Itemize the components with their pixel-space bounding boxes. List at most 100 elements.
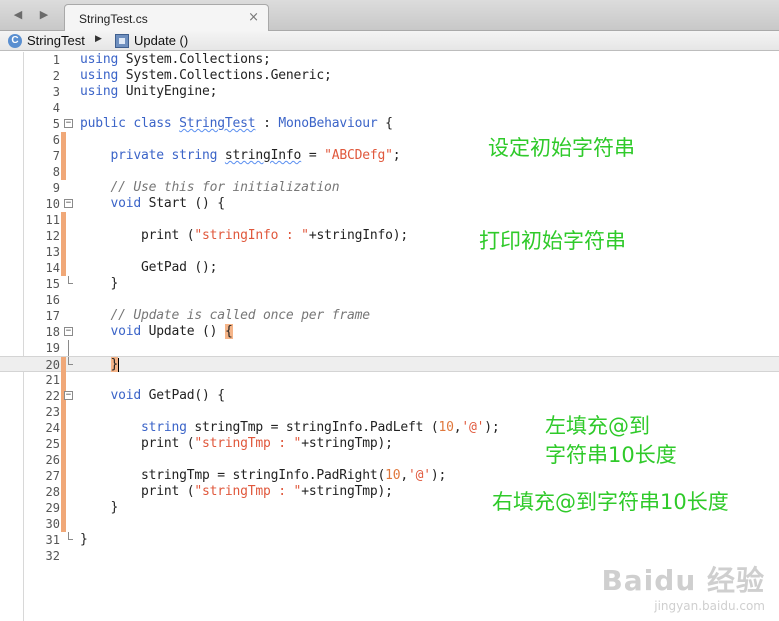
keyword: void: [110, 388, 142, 403]
change-marker: [61, 484, 66, 500]
line-number: 31: [45, 533, 60, 547]
code-text: System.Collections;: [118, 52, 271, 67]
change-marker: [61, 132, 66, 148]
matched-brace: {: [224, 324, 233, 339]
line-number: 3: [52, 85, 60, 99]
code-text: =: [301, 148, 325, 163]
code-text: stringTmp = stringInfo.PadRight(: [141, 468, 386, 483]
keyword: using: [80, 84, 119, 99]
code-line: 10 − void Start () {: [0, 196, 779, 212]
code-line: 23: [0, 404, 779, 420]
change-marker: [61, 404, 66, 420]
code-text: +stringInfo);: [308, 228, 408, 243]
keyword: string: [141, 420, 187, 435]
annotation-print-string: 打印初始字符串: [479, 229, 626, 253]
line-number: 26: [45, 453, 60, 467]
tab-stringtest[interactable]: StringTest.cs ×: [64, 4, 269, 32]
line-number: 5: [52, 117, 60, 131]
watermark: Baidu 经验 jingyan.baidu.com: [601, 559, 765, 613]
breadcrumb-class[interactable]: StringTest: [27, 33, 85, 48]
line-number: 30: [45, 517, 60, 531]
number-literal: 10: [385, 468, 401, 483]
change-marker: [61, 420, 66, 436]
annotation-padleft-line2: 字符串10长度: [545, 443, 677, 467]
line-number: 32: [45, 549, 60, 563]
line-number: 10: [45, 197, 60, 211]
line-number: 27: [45, 469, 60, 483]
line-number: 2: [52, 69, 60, 83]
tab-label: StringTest.cs: [79, 12, 148, 26]
breadcrumb-separator-icon: ▶: [95, 34, 102, 44]
line-number: 9: [52, 181, 60, 195]
class-icon: C: [8, 34, 22, 48]
line-number: 21: [45, 373, 60, 387]
base-class: MonoBehaviour: [278, 116, 378, 131]
chevron-right-icon[interactable]: ▶: [30, 5, 58, 25]
code-text: :: [255, 116, 279, 131]
fold-toggle-icon[interactable]: −: [64, 119, 73, 128]
line-number: 15: [45, 277, 60, 291]
string-literal: "stringTmp : ": [194, 436, 302, 451]
code-line: 14 GetPad ();: [0, 260, 779, 276]
text-cursor: [118, 357, 120, 372]
line-number: 14: [45, 261, 60, 275]
code-line: 9 // Use this for initialization: [0, 180, 779, 196]
change-marker: [61, 436, 66, 452]
char-literal: '@': [461, 420, 485, 435]
code-text: +stringTmp);: [301, 436, 393, 451]
line-number: 11: [45, 213, 60, 227]
line-number: 16: [45, 293, 60, 307]
code-line: 21: [0, 372, 779, 388]
line-number: 8: [52, 165, 60, 179]
keyword: using: [80, 52, 119, 67]
code-line: 16: [0, 292, 779, 308]
change-marker: [61, 452, 66, 468]
code-line: 7 private string stringInfo = "ABCDefg";: [0, 148, 779, 164]
fold-guide: [68, 340, 69, 356]
line-number: 29: [45, 501, 60, 515]
code-text: print (: [141, 228, 195, 243]
fold-end-marker: [68, 276, 73, 284]
baidu-logo: Baidu 经验: [601, 564, 765, 597]
code-line: 12 print ("stringInfo : "+stringInfo);: [0, 228, 779, 244]
line-number: 17: [45, 309, 60, 323]
code-text: UnityEngine;: [118, 84, 218, 99]
code-line: 30: [0, 516, 779, 532]
line-number: 23: [45, 405, 60, 419]
line-number: 18: [45, 325, 60, 339]
code-text: }: [110, 276, 119, 291]
code-line: 4: [0, 100, 779, 116]
code-text: +stringTmp);: [301, 484, 393, 499]
code-editor[interactable]: 1 using System.Collections; 2 using Syst…: [0, 52, 779, 621]
change-marker: [61, 164, 66, 180]
change-marker: [61, 516, 66, 532]
code-line: 19: [0, 340, 779, 356]
code-text: );: [430, 468, 447, 483]
matched-brace: }: [110, 357, 119, 372]
comment: // Use this for initialization: [110, 180, 340, 195]
class-name: StringTest: [179, 116, 256, 131]
fold-toggle-icon[interactable]: −: [64, 327, 73, 336]
tab-bar: ◀ ▶ StringTest.cs ×: [0, 0, 779, 32]
chevron-left-icon[interactable]: ◀: [4, 5, 32, 25]
code-text: stringTmp = stringInfo.PadLeft (: [186, 420, 439, 435]
code-line: 17 // Update is called once per frame: [0, 308, 779, 324]
fold-toggle-icon[interactable]: −: [64, 391, 73, 400]
code-line: 15 }: [0, 276, 779, 292]
string-literal: "stringInfo : ": [194, 228, 309, 243]
breadcrumb-method[interactable]: Update (): [134, 33, 188, 48]
close-icon[interactable]: ×: [248, 10, 259, 25]
keyword: private: [110, 148, 165, 163]
code-line: 27 stringTmp = stringInfo.PadRight(10,'@…: [0, 468, 779, 484]
line-number: 25: [45, 437, 60, 451]
fold-toggle-icon[interactable]: −: [64, 199, 73, 208]
code-line: 2 using System.Collections.Generic;: [0, 68, 779, 84]
code-text: Start () {: [141, 196, 225, 211]
annotation-padright: 右填充@到字符串10长度: [492, 490, 729, 514]
change-marker: [61, 500, 66, 516]
fold-end-marker: [68, 532, 73, 540]
code-text: ;: [392, 148, 401, 163]
change-marker: [61, 372, 66, 388]
annotation-set-string: 设定初始字符串: [488, 136, 635, 160]
line-number: 20: [45, 358, 60, 372]
